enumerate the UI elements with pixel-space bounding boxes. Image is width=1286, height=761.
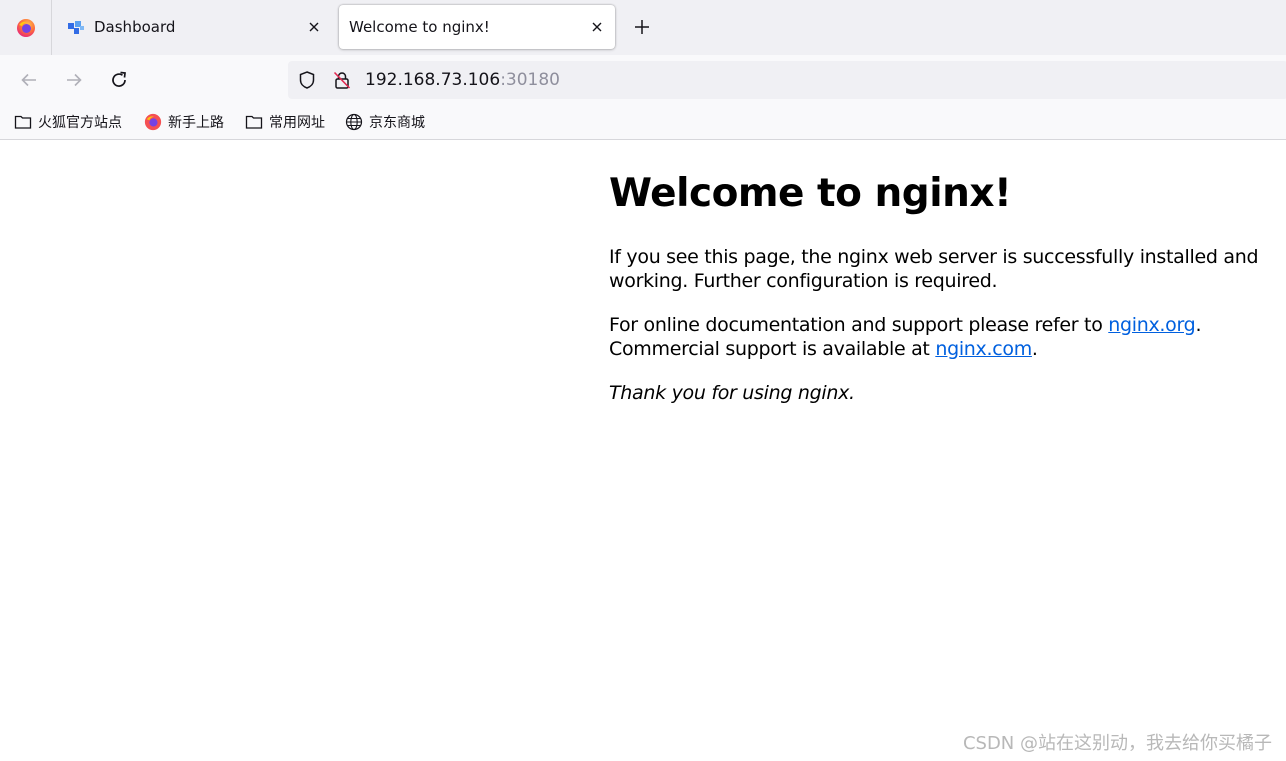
bookmark-jd-mall[interactable]: 京东商城 [345, 111, 425, 133]
navigation-toolbar: 192.168.73.106:30180 [0, 55, 1286, 105]
nginx-com-link[interactable]: nginx.com [935, 338, 1032, 360]
url-host: 192.168.73.106 [365, 70, 501, 90]
browser-window: Dashboard Welcome to nginx! 192.168.73.1… [0, 0, 1286, 761]
globe-icon [345, 113, 363, 131]
tab-label: Welcome to nginx! [349, 18, 490, 36]
url-text[interactable]: 192.168.73.106:30180 [365, 61, 560, 99]
commercial-text: Commercial support is available at [609, 338, 936, 360]
bookmark-folder-common-sites[interactable]: 常用网址 [245, 111, 325, 133]
folder-icon [245, 113, 263, 131]
url-bar[interactable]: 192.168.73.106:30180 [288, 61, 1286, 99]
tab-dashboard[interactable]: Dashboard [56, 5, 332, 49]
csdn-watermark: CSDN @站在这别动，我去给你买橘子 [962, 733, 1272, 754]
firefox-view-button[interactable] [0, 0, 52, 55]
support-text: For online documentation and support ple… [609, 314, 1109, 336]
nginx-org-link[interactable]: nginx.org [1108, 314, 1195, 336]
thank-you-message: Thank you for using nginx. [609, 382, 855, 404]
close-icon[interactable] [304, 17, 324, 37]
bookmark-label: 常用网址 [269, 115, 325, 131]
bookmark-label: 京东商城 [369, 115, 425, 131]
support-message: For online documentation and support ple… [609, 313, 1269, 361]
firefox-icon [144, 113, 162, 131]
plus-icon [635, 20, 649, 34]
arrow-right-icon [67, 73, 82, 87]
kubernetes-dashboard-icon [68, 21, 84, 34]
tab-strip: Dashboard Welcome to nginx! [0, 0, 1286, 55]
firefox-icon [16, 18, 35, 37]
insecure-lock-icon[interactable] [332, 70, 352, 90]
bookmarks-toolbar: 火狐官方站点 新手上路 常用网址 京东商城 [0, 105, 1286, 140]
page-content: Welcome to nginx! If you see this page, … [0, 141, 1286, 761]
bookmark-label: 火狐官方站点 [38, 115, 122, 131]
new-tab-button[interactable] [628, 13, 656, 41]
close-icon[interactable] [587, 17, 607, 37]
tracking-protection-shield-icon[interactable] [297, 70, 317, 90]
arrow-left-icon [21, 73, 36, 87]
folder-icon [14, 113, 32, 131]
bookmark-label: 新手上路 [168, 115, 224, 131]
tab-welcome-nginx[interactable]: Welcome to nginx! [339, 5, 615, 49]
support-period: . [1195, 314, 1202, 336]
install-message: If you see this page, the nginx web serv… [609, 246, 1259, 292]
bookmark-folder-firefox-official[interactable]: 火狐官方站点 [14, 111, 122, 133]
back-button[interactable] [14, 65, 44, 95]
page-title: Welcome to nginx! [609, 171, 1012, 216]
bookmark-getting-started[interactable]: 新手上路 [144, 111, 224, 133]
nginx-welcome-body: Welcome to nginx! If you see this page, … [609, 169, 1269, 405]
commercial-period: . [1031, 338, 1038, 360]
tab-label: Dashboard [94, 18, 176, 36]
url-port: :30180 [500, 70, 560, 90]
reload-icon [112, 71, 126, 87]
forward-button[interactable] [59, 65, 89, 95]
reload-button[interactable] [104, 65, 134, 95]
